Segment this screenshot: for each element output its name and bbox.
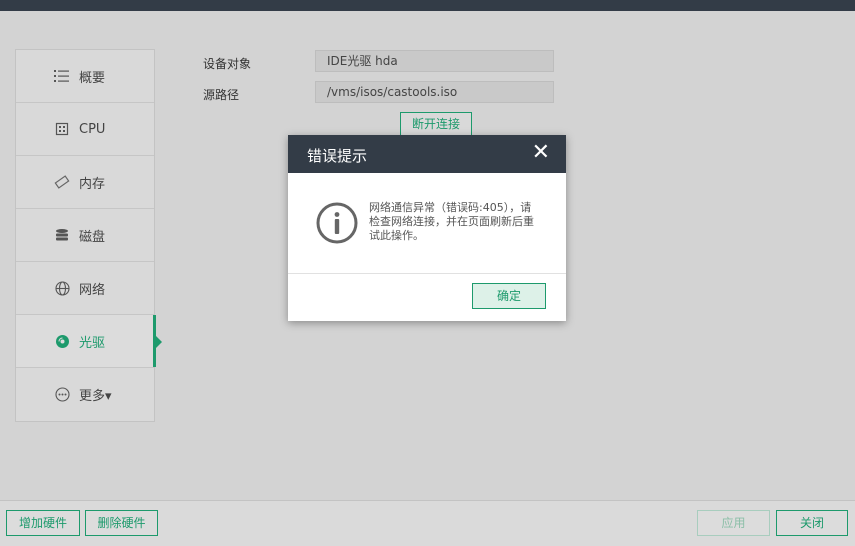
sidebar-item-label: 内存 — [79, 176, 106, 192]
error-dialog: 错误提示 ✕ 网络通信异常（错误码:405），请检查网络连接，并在页面刷新后重试… — [288, 135, 566, 321]
sidebar-item-label: 更多▾ — [79, 389, 112, 404]
dialog-header: 错误提示 ✕ — [288, 135, 566, 173]
info-icon — [316, 202, 358, 248]
source-path-field[interactable]: /vms/isos/castools.iso — [315, 81, 554, 103]
memory-icon — [54, 174, 70, 190]
disconnect-button[interactable]: 断开连接 — [400, 112, 472, 136]
apply-button[interactable]: 应用 — [697, 510, 770, 536]
sidebar-item-cpu[interactable]: CPU — [16, 103, 154, 156]
sidebar-item-more[interactable]: 更多▾ — [16, 368, 154, 421]
sidebar-item-label: 概要 — [79, 70, 106, 86]
cdrom-icon — [54, 333, 70, 349]
close-icon[interactable]: ✕ — [532, 141, 550, 165]
top-bar — [0, 0, 855, 11]
sidebar-item-overview[interactable]: 概要 — [16, 50, 154, 103]
sidebar-item-network[interactable]: 网络 — [16, 262, 154, 315]
sidebar-item-label: CPU — [79, 121, 106, 137]
globe-icon — [54, 280, 70, 296]
remove-hardware-button[interactable]: 删除硬件 — [85, 510, 158, 536]
list-icon — [54, 68, 70, 84]
dialog-title: 错误提示 — [307, 147, 368, 165]
cpu-icon — [54, 121, 70, 137]
sidebar-item-label: 网络 — [79, 282, 106, 298]
sidebar-item-cdrom[interactable]: 光驱 — [16, 315, 162, 368]
sidebar-item-disk[interactable]: 磁盘 — [16, 209, 154, 262]
active-indicator — [156, 336, 162, 348]
close-button[interactable]: 关闭 — [776, 510, 848, 536]
device-object-field[interactable]: IDE光驱 hda — [315, 50, 554, 72]
error-message: 网络通信异常（错误码:405），请检查网络连接，并在页面刷新后重试此操作。 — [369, 201, 534, 242]
hardware-sidebar: 概要 CPU 内存 磁盘 网络 光驱 更多▾ — [15, 49, 162, 422]
device-object-label: 设备对象 — [203, 57, 252, 71]
sidebar-item-memory[interactable]: 内存 — [16, 156, 154, 209]
add-hardware-button[interactable]: 增加硬件 — [6, 510, 80, 536]
sidebar-item-label: 磁盘 — [79, 229, 106, 245]
more-icon — [54, 387, 70, 403]
confirm-button[interactable]: 确定 — [472, 283, 546, 309]
sidebar-item-label: 光驱 — [79, 335, 106, 351]
dialog-body: 网络通信异常（错误码:405），请检查网络连接，并在页面刷新后重试此操作。 — [288, 173, 566, 274]
source-path-label: 源路径 — [203, 88, 240, 102]
disk-icon — [54, 227, 70, 243]
